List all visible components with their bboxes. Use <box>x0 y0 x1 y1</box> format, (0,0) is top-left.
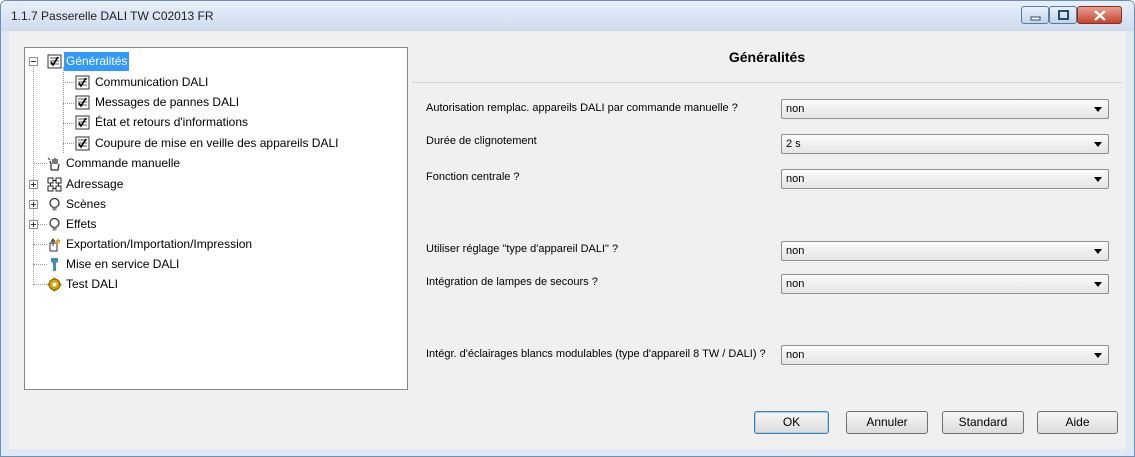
tree-item-label: Généralités <box>64 52 130 71</box>
collapse-icon[interactable] <box>29 57 38 66</box>
select-value: non <box>786 103 805 115</box>
hand-icon <box>47 157 60 171</box>
cancel-button[interactable]: Annuler <box>846 411 928 434</box>
maximize-button[interactable] <box>1049 6 1077 24</box>
expand-icon[interactable] <box>29 180 38 189</box>
dropdown-arrow-icon <box>1094 282 1102 287</box>
parameters-panel: Autorisation remplac. appareils DALI par… <box>412 82 1122 393</box>
tree-item-mise-en-service[interactable]: Mise en service DALI <box>25 255 385 274</box>
minimize-icon <box>1030 16 1041 21</box>
expand-icon[interactable] <box>29 200 38 209</box>
param-label: Durée de clignotement <box>426 135 537 147</box>
close-icon <box>1094 10 1106 21</box>
tree-item-generalites[interactable]: Généralités <box>25 52 385 71</box>
tree-item-label: Scènes <box>66 197 107 211</box>
tree-item-label: Messages de pannes DALI <box>95 95 240 109</box>
param-label: Autorisation remplac. appareils DALI par… <box>426 102 738 114</box>
dialog-window: 1.1.7 Passerelle DALI TW C02013 FR Génér… <box>0 0 1135 457</box>
expand-icon[interactable] <box>29 220 38 229</box>
select-value: non <box>786 349 805 361</box>
param-label: Intégration de lampes de secours ? <box>426 276 598 288</box>
help-button[interactable]: Aide <box>1037 411 1118 434</box>
tree-item-commande-manuelle[interactable]: Commande manuelle <box>25 154 385 173</box>
tree-item-exportation[interactable]: Exportation/Importation/Impression <box>25 235 385 254</box>
tree-item-communication-dali[interactable]: Communication DALI <box>25 73 385 92</box>
tree-item-label: Communication DALI <box>95 75 209 89</box>
tree-item-label: Effets <box>66 217 97 231</box>
checklist-icon <box>47 54 62 69</box>
param-label: Fonction centrale ? <box>426 171 520 183</box>
fonction-centrale-select[interactable]: non <box>781 169 1109 189</box>
dropdown-arrow-icon <box>1094 142 1102 147</box>
dialog-content: Généralités Communication DALI Messages … <box>9 31 1126 449</box>
tree-item-label: Coupure de mise en veille des appareils … <box>95 136 339 150</box>
tree-item-messages-pannes[interactable]: Messages de pannes DALI <box>25 93 385 112</box>
close-button[interactable] <box>1077 6 1122 24</box>
bulb-icon <box>49 217 60 231</box>
dropdown-arrow-icon <box>1094 107 1102 112</box>
select-value: non <box>786 278 805 290</box>
lampes-secours-select[interactable]: non <box>781 274 1109 294</box>
checklist-icon <box>75 95 90 110</box>
ok-button[interactable]: OK <box>754 411 829 434</box>
standard-button[interactable]: Standard <box>942 411 1024 434</box>
tree-item-effets[interactable]: Effets <box>25 215 385 234</box>
checklist-icon <box>75 115 90 130</box>
tree-item-label: Mise en service DALI <box>66 257 180 271</box>
blancs-modulables-select[interactable]: non <box>781 345 1109 365</box>
tree-item-adressage[interactable]: Adressage <box>25 175 385 194</box>
bulb-icon <box>49 197 60 211</box>
dropdown-arrow-icon <box>1094 249 1102 254</box>
autorisation-remplac-select[interactable]: non <box>781 99 1109 119</box>
window-title: 1.1.7 Passerelle DALI TW C02013 FR <box>11 9 214 23</box>
tree-item-label: Adressage <box>66 177 124 191</box>
tree-item-label: État et retours d'informations <box>95 115 249 129</box>
gear-icon <box>47 277 62 292</box>
grid-icon <box>47 177 62 192</box>
navigation-tree[interactable]: Généralités Communication DALI Messages … <box>24 47 408 390</box>
param-label: Utiliser réglage "type d'appareil DALI" … <box>426 243 619 255</box>
tree-item-coupure-veille[interactable]: Coupure de mise en veille des appareils … <box>25 134 405 153</box>
minimize-button[interactable] <box>1021 6 1049 24</box>
duree-clignotement-select[interactable]: 2 s <box>781 134 1109 154</box>
dropdown-arrow-icon <box>1094 177 1102 182</box>
tree-item-label: Test DALI <box>66 277 119 291</box>
tree-item-etat-retours[interactable]: État et retours d'informations <box>25 113 385 132</box>
title-bar[interactable]: 1.1.7 Passerelle DALI TW C02013 FR <box>1 1 1134 31</box>
dropdown-arrow-icon <box>1094 353 1102 358</box>
maximize-icon <box>1058 10 1069 20</box>
panel-title: Généralités <box>728 49 806 65</box>
param-label: Intégr. d'éclairages blancs modulables (… <box>426 348 766 360</box>
select-value: non <box>786 173 805 185</box>
checklist-icon <box>75 75 90 90</box>
tree-item-test-dali[interactable]: Test DALI <box>25 275 385 294</box>
select-value: 2 s <box>786 138 801 150</box>
wrench-icon <box>51 258 58 271</box>
select-value: non <box>786 245 805 257</box>
type-appareil-select[interactable]: non <box>781 241 1109 261</box>
tree-item-label: Commande manuelle <box>66 156 181 170</box>
tree-item-scenes[interactable]: Scènes <box>25 195 385 214</box>
checklist-icon <box>75 136 90 151</box>
tree-item-label: Exportation/Importation/Impression <box>66 237 253 251</box>
export-icon <box>49 238 61 252</box>
